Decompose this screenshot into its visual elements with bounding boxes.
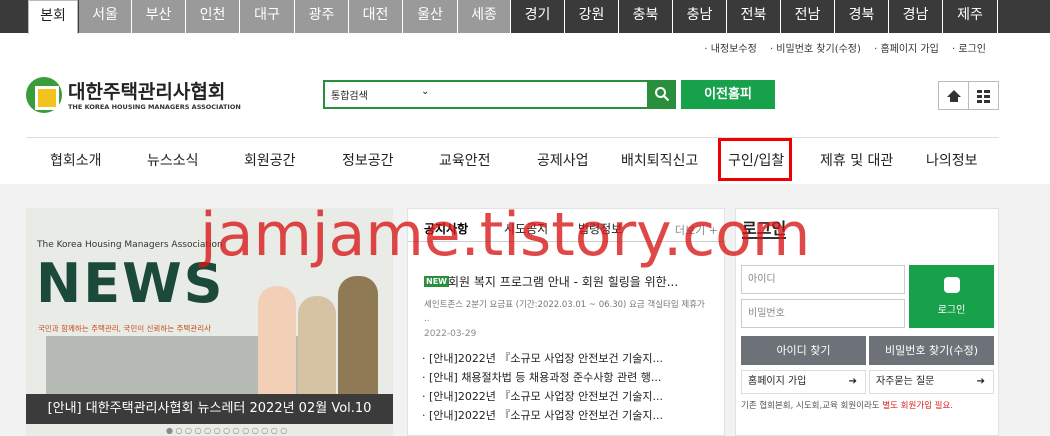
banner-person-illustration [338,276,378,396]
list-item[interactable]: · [안내] 채용절차법 등 채용과정 준수사항 관련 행... [422,368,663,387]
region-tab-incheon[interactable]: 인천 [186,0,240,33]
logo-name: 대한주택관리사협회 [68,81,226,103]
find-id-button[interactable]: 아이디 찾기 [741,336,866,365]
watermark-text: jamjame.tistory.com [200,200,811,270]
region-tab-sejong[interactable]: 세종 [458,0,511,33]
region-tab-jeonbuk[interactable]: 전북 [727,0,781,33]
list-item[interactable]: · [안내]2022년 『소규모 사업장 안전보건 기술지... [422,387,663,406]
faq-label: 자주묻는 질문 [876,376,935,387]
join-notice-text: 기존 협회본회, 시도회,교육 회원이라도 [741,401,883,411]
nav-info[interactable]: 정보공간 [342,150,394,170]
region-tab-gyeongnam[interactable]: 경남 [889,0,943,33]
chevron-down-icon: ⌄ [421,86,430,97]
nav-partnership[interactable]: 제휴 및 대관 [820,150,893,170]
banner-person-illustration [258,286,296,396]
banner-slogan: 국민과 함께하는 주택관리, 국민이 신뢰하는 주택관리사 [38,324,212,333]
nav-education[interactable]: 교육안전 [439,150,491,170]
search-icon [655,87,670,102]
grid-menu-icon [977,90,990,103]
banner-tag: The Korea Housing Managers Association [37,240,223,250]
region-tab-gangwon[interactable]: 강원 [565,0,619,33]
search-input[interactable]: 통합검색 ⌄ [323,80,649,109]
link-find-password[interactable]: · 비밀번호 찾기(수정) [770,44,861,55]
headline-date: 2022-03-29 [424,329,477,339]
region-tab-gwangju[interactable]: 광주 [295,0,349,33]
sitemap-button[interactable] [968,81,999,110]
join-link[interactable]: 홈페이지 가입 ➔ [741,370,866,394]
password-field[interactable]: 비밀번호 [741,299,905,328]
join-notice: 기존 협회본회, 시도회,교육 회원이라도 별도 회원가입 필요. [741,399,953,411]
login-button[interactable]: 로그인 [909,265,994,328]
home-icon [946,90,961,102]
login-button-label: 로그인 [937,305,966,316]
join-label: 홈페이지 가입 [748,376,807,387]
headline-excerpt: 세인트존스 2분기 요금표 (기간:2022.03.01 ~ 06.30) 요금… [424,300,705,324]
link-join[interactable]: · 홈페이지 가입 [874,44,939,55]
headline-post[interactable]: 회원 복지 프로그램 안내 - 회원 힐링을 위한... [448,273,678,290]
nav-about[interactable]: 협회소개 [50,150,102,170]
banner-title: NEWS [36,252,225,315]
nav-mutual-aid[interactable]: 공제사업 [537,150,589,170]
search-button[interactable] [648,80,676,109]
nav-members[interactable]: 회원공간 [244,150,296,170]
home-button[interactable] [938,81,969,110]
arrow-right-icon: ➔ [848,376,857,387]
region-tab-ulsan[interactable]: 울산 [403,0,458,33]
region-tab-gyeonggi[interactable]: 경기 [511,0,565,33]
region-tab-daejeon[interactable]: 대전 [349,0,403,33]
nav-news[interactable]: 뉴스소식 [147,150,199,170]
region-tab-jeju[interactable]: 제주 [943,0,998,33]
site-logo[interactable]: 대한주택관리사협회 THE KOREA HOUSING MANAGERS ASS… [26,75,241,117]
region-tab-main[interactable]: 본회 [28,0,78,34]
region-tab-bar: 본회 서울 부산 인천 대구 광주 대전 울산 세종 경기 강원 충북 충남 전… [0,0,1050,34]
link-login[interactable]: · 로그인 [952,44,986,55]
join-notice-highlight: 별도 회원가입 필요. [882,401,954,411]
logo-mark-icon [26,77,62,113]
lock-icon [943,277,960,293]
post-list: · [안내]2022년 『소규모 사업장 안전보건 기술지... · [안내] … [422,349,663,425]
highlight-box [718,138,792,181]
faq-link[interactable]: 자주묻는 질문 ➔ [869,370,994,394]
region-tab-jeonnam[interactable]: 전남 [781,0,835,33]
region-tab-chungbuk[interactable]: 충북 [619,0,673,33]
region-tab-daegu[interactable]: 대구 [240,0,295,33]
nav-placement[interactable]: 배치퇴직신고 [621,150,698,170]
arrow-right-icon: ➔ [976,376,985,387]
header-divider [26,137,999,138]
find-password-button[interactable]: 비밀번호 찾기(수정) [869,336,994,365]
region-tab-seoul[interactable]: 서울 [79,0,132,33]
region-tab-gyeongbuk[interactable]: 경북 [835,0,889,33]
banner-pagination[interactable]: ● ○ ○ ○ ○ ○ ○ ○ ○ ○ ○ ○ ○ [166,426,287,435]
logo-subtitle: THE KOREA HOUSING MANAGERS ASSOCIATION [68,103,241,111]
region-tab-chungnam[interactable]: 충남 [673,0,727,33]
list-item[interactable]: · [안내]2022년 『소규모 사업장 안전보건 기술지... [422,349,663,368]
new-badge: NEW [424,276,449,287]
list-item[interactable]: · [안내]2022년 『소규모 사업장 안전보건 기술지... [422,406,663,425]
old-homepage-button[interactable]: 이전홈피 [681,80,775,109]
utility-links: · 내정보수정 · 비밀번호 찾기(수정) · 홈페이지 가입 · 로그인 [694,40,986,55]
banner-caption: [안내] 대한주택관리사협회 뉴스레터 2022년 02월 Vol.10 [26,394,393,424]
search-scope-select[interactable]: 통합검색 [331,87,368,102]
banner-person-illustration [298,296,336,396]
link-edit-profile[interactable]: · 내정보수정 [704,44,756,55]
nav-my-info[interactable]: 나의정보 [926,150,978,170]
region-tab-busan[interactable]: 부산 [132,0,186,33]
